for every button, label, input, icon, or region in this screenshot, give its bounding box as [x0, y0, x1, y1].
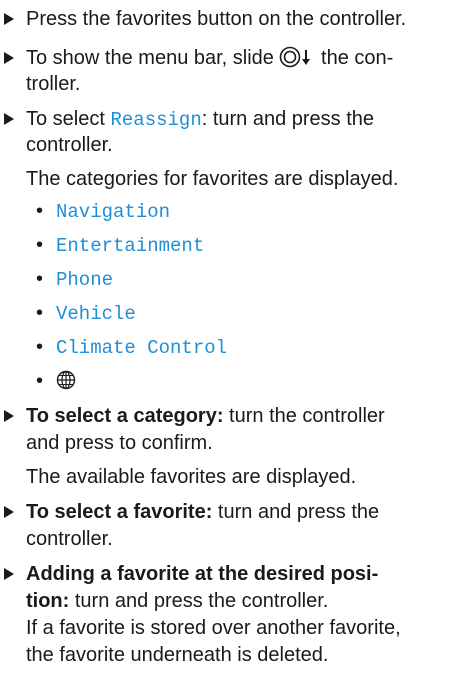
step-6-bold-2: tion: [26, 590, 70, 612]
step-arrow-icon [4, 506, 14, 518]
controller-slide-down-icon [279, 46, 315, 75]
step-6-bold: Adding a favorite at the desired posi- [26, 563, 379, 585]
step-5-line-1: To select a favorite: turn and press the [26, 499, 379, 525]
step-6-line-3: If a favorite is stored over another fav… [26, 617, 401, 639]
category-list-item: • Phone [36, 266, 113, 293]
category-climate-control: Climate Control [56, 337, 228, 359]
instruction-page: Press the favorites button on the contro… [0, 0, 461, 679]
bullet-icon: • [36, 268, 44, 290]
step-6-line-2: tion: turn and press the controller. [26, 588, 328, 614]
category-list-item: • [36, 368, 76, 397]
step-3-pre: To select [26, 108, 105, 130]
step-3-line-2: controller. [26, 134, 113, 156]
step-5-bold: To select a favorite: [26, 501, 213, 523]
category-navigation: Navigation [56, 201, 171, 223]
step-arrow-icon [4, 113, 14, 125]
category-list-item: • Vehicle [36, 300, 136, 327]
step-1-text: Press the favorites button on the contro… [26, 8, 407, 30]
step-6-rest: turn and press the controller. [74, 590, 329, 612]
step-3-post: : turn and press the [201, 108, 375, 130]
step-arrow-icon [4, 13, 14, 25]
step-2-post: the con- [321, 47, 394, 69]
step-arrow-icon [4, 568, 14, 580]
bullet-icon: • [36, 370, 44, 392]
step-6-line-4: the favorite underneath is deleted. [26, 644, 329, 666]
step-arrow-icon [4, 52, 14, 64]
globe-icon [56, 370, 76, 397]
reassign-menu-item: Reassign [110, 109, 202, 131]
category-phone: Phone [56, 269, 114, 291]
step-3-result: The categories for favorites are display… [26, 168, 399, 190]
step-arrow-icon [4, 410, 14, 422]
category-list-item: • Climate Control [36, 334, 227, 361]
step-5-line-2: controller. [26, 528, 113, 550]
step-3-line-1: To select Reassign: turn and press the [26, 106, 374, 133]
step-2-pre: To show the menu bar, slide [26, 47, 274, 69]
step-2-line-2: troller. [26, 73, 81, 95]
category-vehicle: Vehicle [56, 303, 136, 325]
category-entertainment: Entertainment [56, 235, 205, 257]
step-2-line-1: To show the menu bar, slide the con- [26, 45, 393, 75]
step-4-bold: To select a category: [26, 405, 224, 427]
step-4-result: The available favorites are displayed. [26, 466, 357, 488]
bullet-icon: • [36, 234, 44, 256]
step-4-line-2: and press to confirm. [26, 432, 213, 454]
bullet-icon: • [36, 302, 44, 324]
step-4-line-1: To select a category: turn the controlle… [26, 403, 385, 429]
category-list-item: • Entertainment [36, 232, 204, 259]
step-4-rest: turn the controller [229, 405, 385, 427]
bullet-icon: • [36, 336, 44, 358]
category-list-item: • Navigation [36, 198, 170, 225]
bullet-icon: • [36, 200, 44, 222]
step-6-line-1: Adding a favorite at the desired posi- [26, 561, 378, 587]
step-5-rest: turn and press the [217, 501, 380, 523]
